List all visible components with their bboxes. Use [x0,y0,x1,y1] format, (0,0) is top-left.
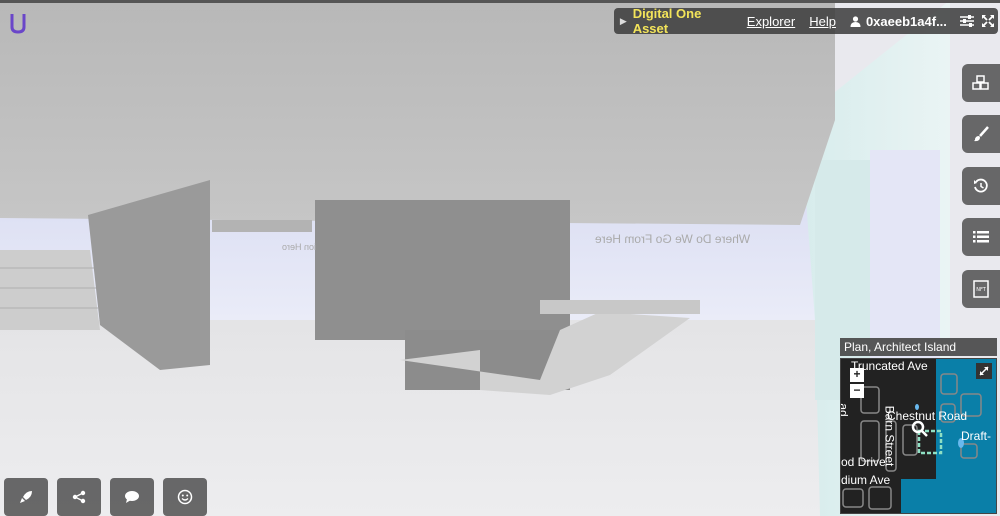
street-od-drive: od Drive [841,455,886,469]
minimap-canvas[interactable]: Truncated Ave ad Barn Street Chestnut Ro… [840,358,997,514]
chat-button[interactable] [110,478,154,516]
minimap-title: Plan, Architect Island [840,338,997,356]
user-address: 0xaeeb1a4f... [865,13,947,29]
street-ad: ad [840,403,851,417]
chat-icon [125,491,139,503]
explorer-link[interactable]: Explorer [747,14,795,29]
share-icon [72,490,86,504]
asset-name[interactable]: Digital One Asset [633,6,733,36]
expand-icon [979,366,989,376]
user-icon [850,15,861,27]
brush-button[interactable] [962,115,1000,153]
settings-sliders-icon[interactable] [957,15,978,27]
expand-arrow-icon[interactable]: ▶ [614,16,633,27]
zoom-out-button[interactable]: − [850,384,864,398]
wall-sign-2: ion Hero [282,242,317,252]
history-icon [974,178,988,193]
zoom-in-button[interactable]: + [850,368,864,382]
nft-icon: NFT [973,280,989,298]
fullscreen-icon[interactable] [977,15,998,27]
rocket-icon [20,491,32,503]
svg-text:NFT: NFT [976,287,987,293]
street-dium-ave: dium Ave [841,473,891,487]
emoji-button[interactable] [163,478,207,516]
top-toolbar: ▶ Digital One Asset Explorer Help 0xaeeb… [614,6,998,36]
wall-sign: Where Do We Go From Here [595,232,751,246]
list-button[interactable] [962,218,1000,256]
history-button[interactable] [962,167,1000,205]
street-chestnut-road: Chestnut Road [887,409,968,423]
minimap-panel: Plan, Architect Island Truncated Ave ad … [840,338,997,514]
bottom-toolbar [4,478,216,516]
logo-icon [10,14,26,34]
rocket-button[interactable] [4,478,48,516]
brush-icon [974,126,989,142]
help-link[interactable]: Help [809,14,836,29]
user-account[interactable]: 0xaeeb1a4f... [850,14,947,29]
street-draft: Draft- [961,429,991,443]
blocks-icon [972,75,989,90]
nft-button[interactable]: NFT [962,270,1000,308]
emoji-icon [177,489,193,505]
minimap-expand-button[interactable] [976,363,992,379]
blocks-button[interactable] [962,64,1000,102]
share-button[interactable] [57,478,101,516]
list-icon [973,231,989,243]
